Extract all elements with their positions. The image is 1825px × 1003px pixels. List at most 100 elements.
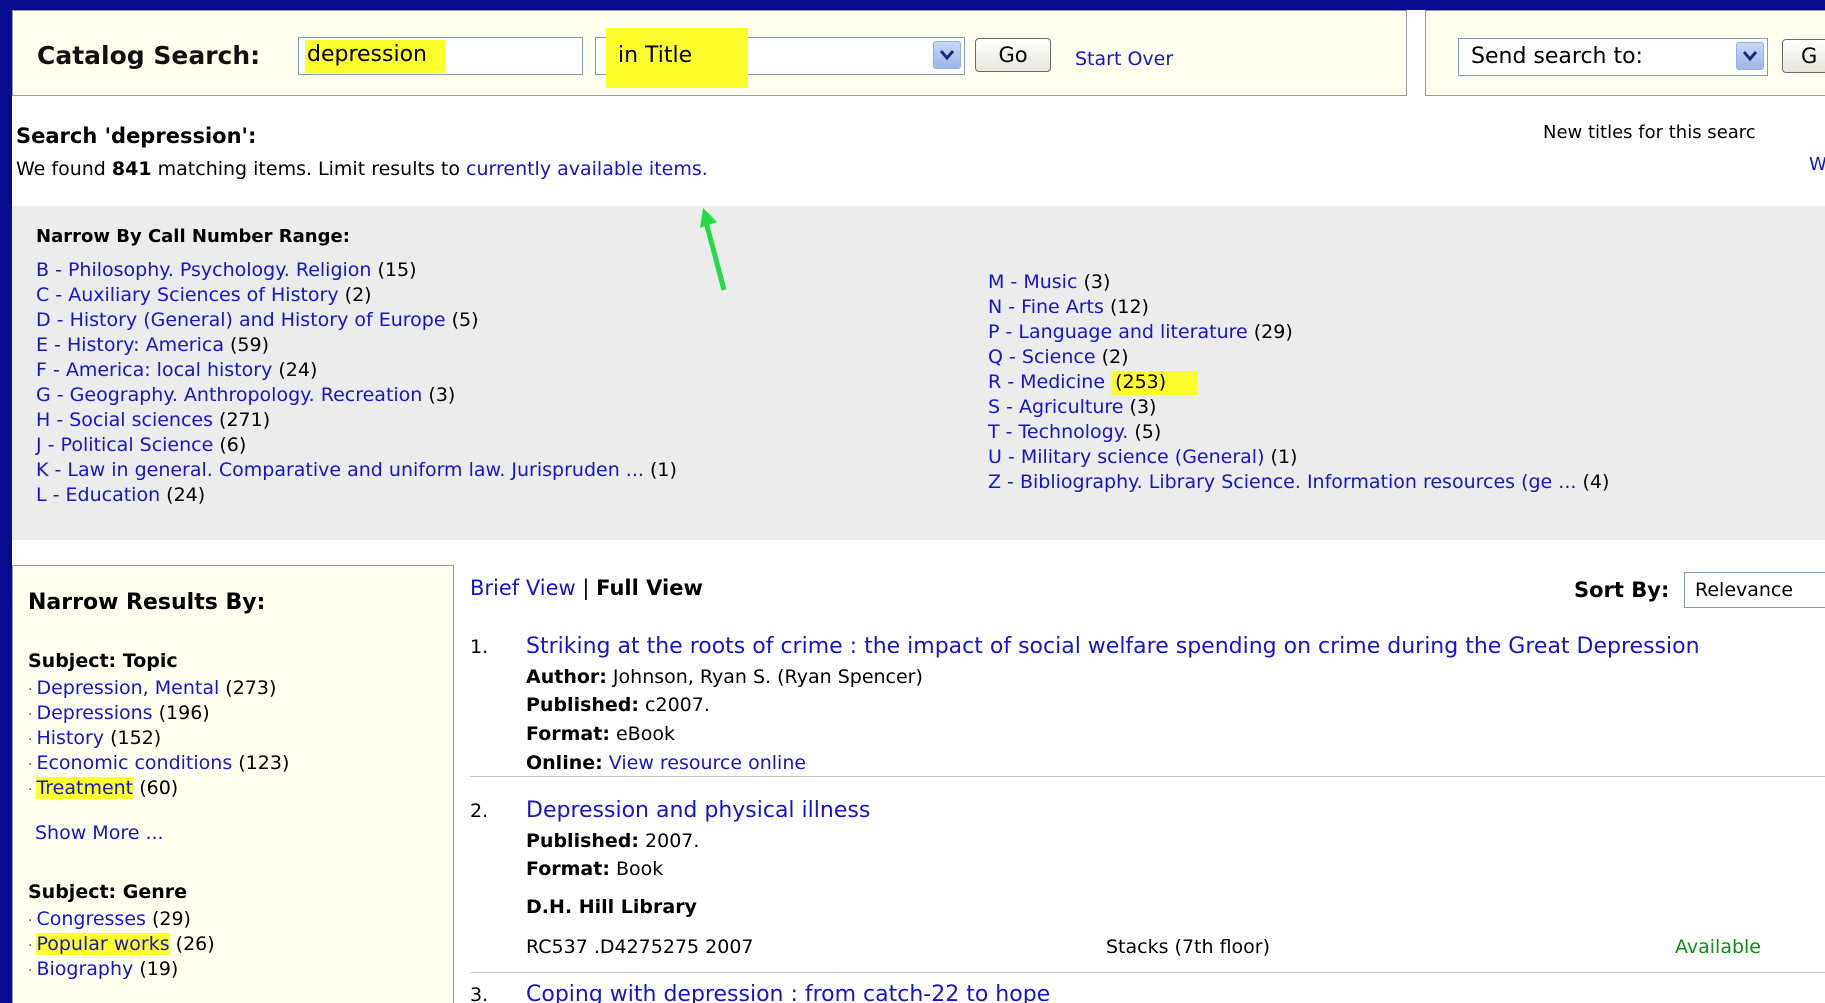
call-number-count: (15) — [377, 259, 417, 281]
call-number-link[interactable]: C - Auxiliary Sciences of History — [36, 284, 339, 306]
search-field-select[interactable]: in Title — [595, 28, 965, 88]
show-more-link[interactable]: Show More ... — [35, 822, 164, 844]
facet-link[interactable]: Depressions — [36, 702, 152, 724]
call-number-item: S - Agriculture (3) — [988, 395, 1609, 420]
call-number-count: (3) — [1083, 271, 1111, 293]
call-number-count: (1) — [649, 459, 677, 481]
format-value: Book — [615, 858, 664, 880]
call-number-link[interactable]: Q - Science — [988, 346, 1096, 368]
sort-select[interactable]: Relevance — [1684, 572, 1825, 608]
bullet-icon: · — [28, 707, 33, 723]
start-over-link[interactable]: Start Over — [1075, 48, 1173, 70]
call-number-item: U - Military science (General) (1) — [988, 445, 1609, 470]
send-search-label: Send search to: — [1471, 44, 1643, 69]
call-number-link[interactable]: F - America: local history — [36, 359, 272, 381]
published-label: Published: — [526, 830, 639, 852]
full-view-label: Full View — [596, 576, 703, 600]
call-number-link[interactable]: P - Language and literature — [988, 321, 1248, 343]
narrow-results-title: Narrow Results By: — [28, 590, 266, 615]
found-prefix: We found — [16, 158, 106, 180]
facet-item: · History (152) — [28, 726, 289, 751]
facet-link[interactable]: Popular works — [36, 933, 170, 955]
call-number-count: (6) — [219, 434, 247, 456]
facet-link[interactable]: Congresses — [36, 908, 145, 930]
call-number-link[interactable]: U - Military science (General) — [988, 446, 1265, 468]
subject-genre-heading: Subject: Genre — [28, 881, 188, 903]
brief-view-link[interactable]: Brief View — [470, 576, 576, 600]
found-mid: matching items. Limit results to — [157, 158, 460, 180]
result-title-link[interactable]: Coping with depression : from catch-22 t… — [526, 982, 1050, 1003]
result-number: 1. — [470, 636, 489, 658]
search-query-text: depression — [305, 40, 446, 73]
call-number-count: (4) — [1582, 471, 1610, 493]
annotation-arrow-icon — [700, 208, 727, 291]
call-number-link[interactable]: H - Social sciences — [36, 409, 213, 431]
facet-link[interactable]: History — [36, 727, 104, 749]
result-title-link[interactable]: Depression and physical illness — [526, 798, 870, 823]
result-divider — [470, 776, 1825, 777]
result-number: 2. — [470, 800, 489, 822]
call-number-item: C - Auxiliary Sciences of History (2) — [36, 283, 677, 308]
chevron-down-icon[interactable] — [933, 41, 961, 69]
call-number-count: (271) — [219, 409, 271, 431]
library-name: D.H. Hill Library — [526, 896, 697, 918]
call-number-item: Q - Science (2) — [988, 345, 1609, 370]
format-label: Format: — [526, 723, 610, 745]
facet-link[interactable]: Biography — [36, 958, 133, 980]
call-number-item: H - Social sciences (271) — [36, 408, 677, 433]
search-input[interactable]: depression — [298, 37, 583, 75]
facet-item: · Treatment (60) — [28, 776, 289, 801]
call-number-link[interactable]: D - History (General) and History of Eur… — [36, 309, 446, 331]
facet-link[interactable]: Economic conditions — [36, 752, 232, 774]
result-author: Author: Johnson, Ryan S. (Ryan Spencer) — [526, 666, 923, 688]
author-label: Author: — [526, 666, 607, 688]
facet-item: · Depressions (196) — [28, 701, 289, 726]
facet-item: · Popular works (26) — [28, 932, 215, 957]
results-count-line: We found 841 matching items. Limit resul… — [16, 158, 708, 180]
result-title-link[interactable]: Striking at the roots of crime : the imp… — [526, 634, 1700, 659]
call-number-count: (2) — [344, 284, 372, 306]
available-items-link[interactable]: currently available items. — [466, 158, 708, 180]
call-number-link[interactable]: E - History: America — [36, 334, 224, 356]
call-number-link[interactable]: T - Technology. — [988, 421, 1128, 443]
call-number-link[interactable]: J - Political Science — [36, 434, 213, 456]
facet-link[interactable]: Depression, Mental — [36, 677, 219, 699]
call-number-count: (5) — [451, 309, 479, 331]
call-number-count: (29) — [1253, 321, 1293, 343]
facet-count: (26) — [175, 933, 215, 955]
author-value: Johnson, Ryan S. (Ryan Spencer) — [612, 666, 923, 688]
result-published: Published: 2007. — [526, 830, 699, 852]
call-number-link[interactable]: Z - Bibliography. Library Science. Infor… — [988, 471, 1576, 493]
truncated-link[interactable]: W — [1809, 154, 1825, 175]
facet-count: (19) — [139, 958, 179, 980]
chevron-down-icon[interactable] — [1736, 42, 1764, 70]
bullet-icon: · — [28, 782, 33, 798]
call-number-link[interactable]: M - Music — [988, 271, 1077, 293]
call-number-link[interactable]: R - Medicine — [988, 371, 1105, 393]
result-online: Online: View resource online — [526, 752, 806, 774]
view-online-link[interactable]: View resource online — [609, 752, 806, 774]
facet-link[interactable]: Treatment — [36, 777, 134, 799]
call-number-item: R - Medicine (253) — [988, 370, 1609, 395]
sort-by-label: Sort By: — [1574, 578, 1670, 602]
facet-item: · Economic conditions (123) — [28, 751, 289, 776]
bullet-icon: · — [28, 913, 33, 929]
call-number-count: (24) — [166, 484, 206, 506]
call-number-count: (24) — [278, 359, 318, 381]
view-toggle: Brief View | Full View — [470, 576, 703, 600]
call-number-link[interactable]: B - Philosophy. Psychology. Religion — [36, 259, 371, 281]
call-number-list-right: M - Music (3) N - Fine Arts (12) P - Langu… — [988, 270, 1609, 495]
call-number-item: E - History: America (59) — [36, 333, 677, 358]
shelf-location: Stacks (7th floor) — [1106, 936, 1271, 958]
call-number-item: L - Education (24) — [36, 483, 677, 508]
call-number-link[interactable]: S - Agriculture — [988, 396, 1124, 418]
go-button[interactable]: Go — [975, 38, 1051, 72]
send-search-select[interactable]: Send search to: — [1458, 38, 1768, 76]
call-number-link[interactable]: N - Fine Arts — [988, 296, 1104, 318]
call-number-link[interactable]: L - Education — [36, 484, 160, 506]
send-go-button[interactable]: G — [1782, 39, 1825, 73]
call-number-link[interactable]: K - Law in general. Comparative and unif… — [36, 459, 644, 481]
call-number-link[interactable]: G - Geography. Anthropology. Recreation — [36, 384, 422, 406]
new-titles-link-text[interactable]: New titles for this searc — [1543, 122, 1756, 143]
call-number-item: Z - Bibliography. Library Science. Infor… — [988, 470, 1609, 495]
